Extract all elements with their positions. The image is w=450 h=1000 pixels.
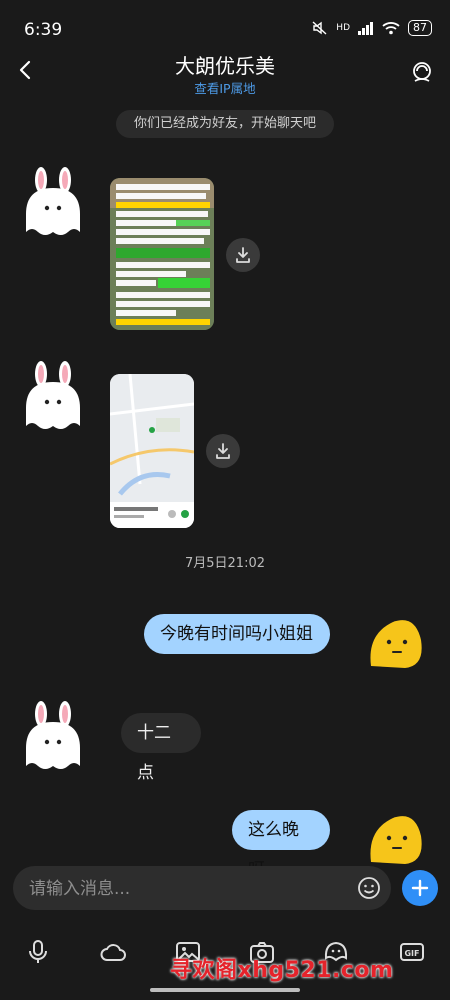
battery-indicator: 87: [408, 20, 432, 36]
contact-avatar[interactable]: [22, 360, 84, 434]
chat-image-message[interactable]: [110, 178, 214, 330]
contact-avatar[interactable]: [22, 166, 84, 240]
message-input-bar: [13, 866, 391, 912]
network-label: HD: [336, 23, 350, 33]
contact-avatar[interactable]: [22, 700, 84, 774]
message-input[interactable]: [27, 866, 351, 912]
download-icon: [236, 247, 250, 263]
home-indicator[interactable]: [150, 988, 300, 992]
image-thumbnail: [110, 178, 214, 330]
my-avatar[interactable]: [365, 614, 425, 670]
signal-icon: [358, 21, 373, 35]
mute-icon: [312, 21, 327, 35]
more-actions-button[interactable]: [402, 870, 438, 906]
my-avatar[interactable]: [365, 810, 425, 866]
download-icon: [216, 443, 230, 459]
watermark: 寻欢阁xhg521.com: [170, 958, 394, 983]
chat-title: 大朗优乐美: [175, 54, 275, 78]
chat-header: 大朗优乐美 查看IP属地: [0, 42, 450, 98]
ip-location-link[interactable]: 查看IP属地: [0, 78, 450, 97]
status-icons: HD 87: [312, 20, 432, 36]
incoming-message[interactable]: 十二点: [121, 713, 201, 783]
emoji-icon[interactable]: [357, 876, 381, 900]
message-timestamp: 7月5日21:02: [184, 556, 265, 571]
status-bar: 6:39 HD 87: [0, 0, 450, 40]
mic-icon[interactable]: [24, 938, 52, 966]
gif-icon[interactable]: GIF: [398, 938, 426, 966]
clock: 6:39: [24, 20, 63, 40]
download-button[interactable]: [206, 434, 240, 468]
chat-map-message[interactable]: [110, 374, 194, 528]
svg-text:GIF: GIF: [404, 949, 419, 958]
system-message: 你们已经成为好友，开始聊天吧: [116, 110, 334, 138]
plus-icon: [411, 879, 429, 897]
cloud-icon[interactable]: [99, 938, 127, 966]
profile-icon[interactable]: [410, 60, 434, 84]
wifi-icon: [382, 22, 400, 35]
download-button[interactable]: [226, 238, 260, 272]
map-thumbnail: [110, 374, 194, 528]
outgoing-message[interactable]: 这么晚呀: [232, 810, 330, 880]
outgoing-message[interactable]: 今晚有时间吗小姐姐: [144, 614, 330, 654]
